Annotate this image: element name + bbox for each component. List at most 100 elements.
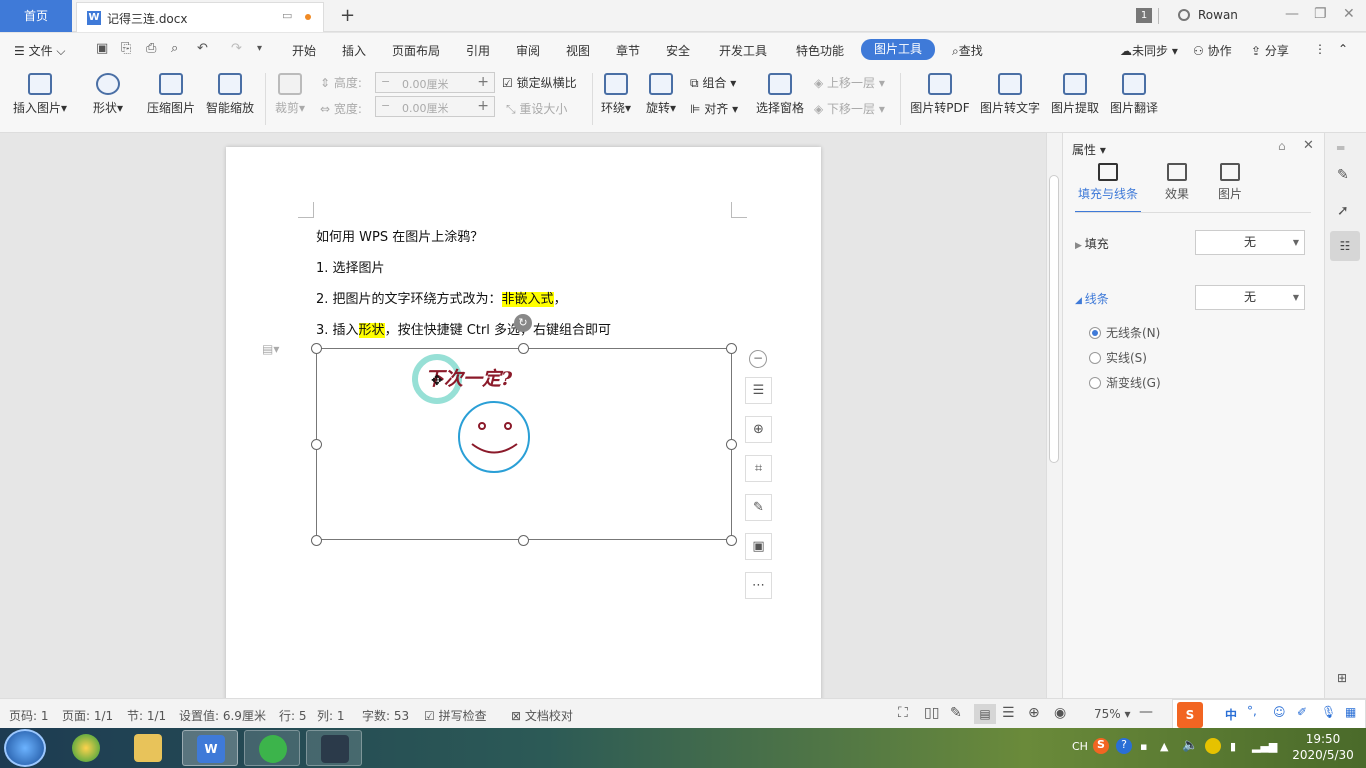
line-select[interactable]: 无 ▼	[1195, 285, 1305, 310]
handle-icon[interactable]: ═	[1337, 141, 1344, 155]
status-pages[interactable]: 页面: 1/1	[62, 707, 113, 724]
properties-toggle-icon[interactable]: ☷	[1330, 231, 1360, 261]
resize-handle[interactable]	[726, 535, 737, 546]
sogou-tray-icon[interactable]: S	[1093, 738, 1109, 754]
move-down-button[interactable]: ◈ 下移一层 ▾	[814, 100, 885, 117]
customize-chevron-icon[interactable]: ▾	[257, 43, 262, 54]
user-account[interactable]: Rowan	[1178, 8, 1238, 22]
fill-select[interactable]: 无 ▼	[1195, 230, 1305, 255]
menu-picture-tools[interactable]: 图片工具	[861, 39, 935, 60]
language-indicator[interactable]: CH	[1072, 740, 1088, 753]
scrollbar-thumb[interactable]	[1049, 175, 1059, 463]
proofread-button[interactable]: ⊠ 文档校对	[511, 707, 573, 724]
fullscreen-icon[interactable]: ⛶	[898, 705, 908, 721]
punctuation-icon[interactable]: °,	[1247, 704, 1257, 718]
resize-handle[interactable]	[311, 535, 322, 546]
taskbar-app-recorder[interactable]	[306, 730, 362, 766]
menu-review[interactable]: 审阅	[516, 42, 540, 59]
menu-features[interactable]: 特色功能	[796, 42, 844, 59]
crop-button[interactable]: 裁剪▾	[272, 73, 308, 116]
increment-icon[interactable]: +	[477, 98, 489, 114]
taskbar-app-wps[interactable]: W	[182, 730, 238, 766]
print-icon[interactable]: ⎙	[146, 41, 156, 56]
resize-handle[interactable]	[726, 343, 737, 354]
shape-button[interactable]: 形状▾	[88, 73, 128, 116]
tab-fill-line[interactable]: 填充与线条	[1075, 163, 1141, 202]
rotate-handle-icon[interactable]: ↻	[514, 314, 532, 332]
resize-handle[interactable]	[518, 343, 529, 354]
lock-icon[interactable]: ⌂	[1278, 139, 1286, 153]
status-column[interactable]: 列: 1	[317, 707, 345, 724]
height-field[interactable]: −0.00厘米 +	[375, 72, 495, 93]
tray-app-icon[interactable]	[1205, 738, 1221, 754]
translate-button[interactable]: 图片翻译	[1106, 73, 1162, 116]
close-button[interactable]: ✕	[1343, 6, 1355, 22]
resize-handle[interactable]	[518, 535, 529, 546]
doc-step-2[interactable]: 2. 把图片的文字环绕方式改为：非嵌入式，	[316, 288, 567, 307]
insert-picture-button[interactable]: 插入图片▾	[10, 73, 70, 116]
tab-picture[interactable]: 图片	[1212, 163, 1248, 202]
doc-heading[interactable]: 如何用 WPS 在图片上涂鸦？	[316, 226, 483, 245]
doc-step-3[interactable]: 3. 插入形状，按住快捷键 Ctrl 多选，右键组合即可	[316, 319, 611, 338]
sogou-logo-icon[interactable]: S	[1177, 702, 1203, 728]
menu-developer[interactable]: 开发工具	[719, 42, 767, 59]
sync-button[interactable]: ☁未同步 ▾	[1120, 42, 1178, 59]
resize-handle[interactable]	[726, 439, 737, 450]
minimize-button[interactable]: —	[1285, 6, 1299, 22]
status-row[interactable]: 行: 5	[279, 707, 307, 724]
selected-picture[interactable]: 下次一定? ↻ ✥	[311, 314, 737, 546]
increment-icon[interactable]: +	[477, 74, 489, 90]
group-button[interactable]: ⧉ 组合 ▾	[690, 74, 736, 91]
fill-section-toggle[interactable]: ▶ 填充	[1075, 235, 1109, 252]
toolbox-icon[interactable]: ▦	[1345, 705, 1356, 719]
status-setting[interactable]: 设置值: 6.9厘米	[179, 707, 266, 724]
restore-button[interactable]: ❐	[1314, 6, 1327, 22]
radio-solid-line[interactable]: 实线(S)	[1089, 349, 1147, 366]
resize-handle[interactable]	[311, 439, 322, 450]
more-tools-icon[interactable]: ⋯	[745, 572, 772, 599]
emoji-icon[interactable]: ☺	[1273, 705, 1286, 719]
width-field[interactable]: −0.00厘米 +	[375, 96, 495, 117]
move-up-button[interactable]: ◈ 上移一层 ▾	[814, 74, 885, 91]
web-view-icon[interactable]: ⊕	[1028, 705, 1040, 721]
compress-button[interactable]: 压缩图片	[144, 73, 198, 116]
save-icon[interactable]: ▣	[96, 41, 108, 56]
apps-icon[interactable]: ⊞	[1337, 671, 1347, 685]
outline-view-icon[interactable]: ☰	[1002, 705, 1015, 721]
zoom-select[interactable]: 75% ▾	[1094, 707, 1131, 721]
zoom-picture-icon[interactable]: ⊕	[745, 416, 772, 443]
crop-tool-icon[interactable]: ⌗	[745, 455, 772, 482]
layout-options-icon[interactable]: ☰	[745, 377, 772, 404]
wrap-button[interactable]: 环绕▾	[598, 73, 634, 116]
page-view-icon[interactable]: ▤	[974, 704, 996, 724]
export-icon[interactable]: ⎘	[121, 41, 131, 56]
new-tab-button[interactable]: +	[340, 5, 355, 26]
vertical-scrollbar[interactable]	[1046, 133, 1062, 698]
doc-step-1[interactable]: 1. 选择图片	[316, 257, 385, 276]
tab-screen-icon[interactable]: ▭	[282, 9, 292, 22]
paragraph-options-icon[interactable]: ▤▾	[262, 342, 279, 356]
write-mode-icon[interactable]: ✎	[950, 705, 962, 721]
document-tab[interactable]: W 记得三连.docx ▭	[76, 2, 324, 32]
status-section[interactable]: 节: 1/1	[127, 707, 166, 724]
search-button[interactable]: ⌕查找	[952, 42, 983, 59]
select-cursor-icon[interactable]: ➚	[1337, 203, 1349, 219]
home-tab[interactable]: 首页	[0, 0, 72, 32]
collab-button[interactable]: ⚇ 协作	[1193, 42, 1232, 59]
extract-button[interactable]: 图片提取	[1048, 73, 1102, 116]
collapse-tools-icon[interactable]: −	[749, 350, 767, 368]
read-mode-icon[interactable]: ▯▯	[924, 705, 939, 721]
share-button[interactable]: ⇪ 分享	[1251, 42, 1289, 59]
network-icon[interactable]: ▂▄▆	[1252, 740, 1277, 753]
to-pdf-button[interactable]: 图片转PDF	[908, 73, 972, 116]
handwrite-icon[interactable]: ✐	[1297, 705, 1307, 719]
taskbar-app-sync[interactable]	[244, 730, 300, 766]
menu-page-layout[interactable]: 页面布局	[392, 42, 440, 59]
collapse-ribbon-icon[interactable]: ⌃	[1338, 42, 1348, 56]
radio-no-line[interactable]: 无线条(N)	[1089, 324, 1160, 341]
menu-start[interactable]: 开始	[292, 42, 316, 59]
show-hidden-icons-icon[interactable]: ▲	[1160, 740, 1168, 753]
tray-icon[interactable]: ▪	[1140, 740, 1147, 753]
close-panel-icon[interactable]: ✕	[1303, 138, 1314, 153]
menu-view[interactable]: 视图	[566, 42, 590, 59]
